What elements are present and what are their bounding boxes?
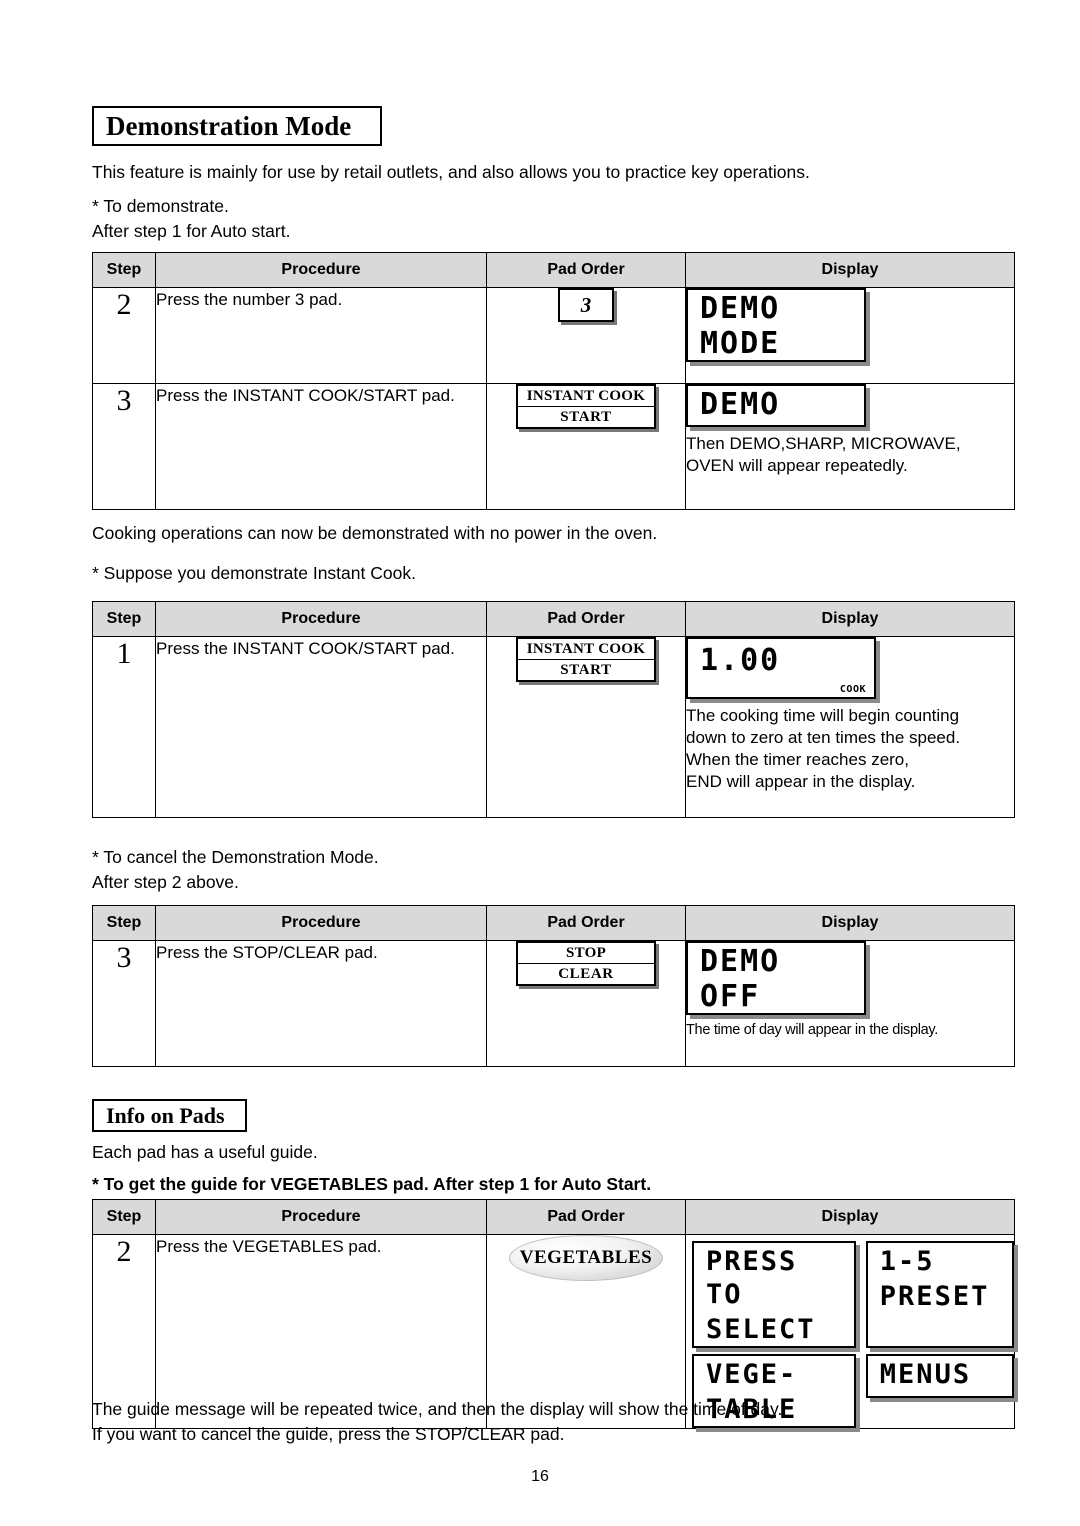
lcd-line-1: DEMO xyxy=(700,291,781,326)
display-note: The cooking time will begin counting dow… xyxy=(686,706,961,791)
lcd-display: DEMO MODE xyxy=(686,288,866,362)
step-number: 1 xyxy=(92,636,156,818)
stop-clear-pad[interactable]: STOP CLEAR xyxy=(516,941,656,986)
header-display: Display xyxy=(685,601,1015,637)
display-cell: DEMO Then DEMO,SHARP, MICROWAVE, OVEN wi… xyxy=(685,383,1015,510)
lcd-line-1: MENUS xyxy=(879,1359,972,1390)
manual-page: Demonstration Mode This feature is mainl… xyxy=(0,0,1080,1526)
section-title-info-on-pads: Info on Pads xyxy=(92,1099,247,1132)
table-header-row: Step Procedure Pad Order Display xyxy=(92,1199,1015,1235)
lcd-display-right: 1-5 PRESET xyxy=(865,1241,1014,1348)
header-procedure: Procedure xyxy=(155,601,487,637)
lcd-display-left: PRESS TO SELECT xyxy=(692,1241,856,1348)
number-3-pad[interactable]: 3 xyxy=(558,288,614,322)
header-procedure: Procedure xyxy=(155,1199,487,1235)
lcd-line-1: VEGE- xyxy=(706,1359,798,1390)
lcd-line-1: 1.00 xyxy=(700,643,781,678)
header-procedure: Procedure xyxy=(155,252,487,288)
header-display: Display xyxy=(685,1199,1015,1235)
display-cell: DEMO OFF The time of day will appear in … xyxy=(685,940,1015,1067)
procedure-text: Press the number 3 pad. xyxy=(155,287,487,384)
table-row: 2 Press the number 3 pad. 3 DEMO MODE xyxy=(92,287,1015,384)
lcd-line-2: SELECT xyxy=(706,1314,816,1345)
step-number: 3 xyxy=(92,940,156,1067)
table-row: 1 Press the INSTANT COOK/START pad. INST… xyxy=(92,636,1015,818)
step-number: 2 xyxy=(92,287,156,384)
lcd-cook-indicator: COOK xyxy=(839,684,866,695)
pad-order-cell: INSTANT COOK START xyxy=(486,383,686,510)
table-demo-enter: Step Procedure Pad Order Display 2 Press… xyxy=(92,252,1015,510)
demo-intro-text: This feature is mainly for use by retail… xyxy=(92,162,810,182)
pad-label-line1: INSTANT COOK xyxy=(518,386,654,407)
pad-order-cell: 3 xyxy=(486,287,686,384)
table-cancel-demo: Step Procedure Pad Order Display 3 Press… xyxy=(92,905,1015,1067)
step-number: 3 xyxy=(92,383,156,510)
lcd-line-1: 1-5 xyxy=(879,1246,935,1277)
lcd-display: 1.00 COOK xyxy=(686,637,876,699)
procedure-text: Press the STOP/CLEAR pad. xyxy=(155,940,487,1067)
header-pad-order: Pad Order xyxy=(486,905,686,941)
pad-order-cell: STOP CLEAR xyxy=(486,940,686,1067)
lcd-line-2: OFF xyxy=(700,979,761,1014)
page-number: 16 xyxy=(531,1468,549,1485)
header-step: Step xyxy=(92,1199,156,1235)
header-pad-order: Pad Order xyxy=(486,252,686,288)
demo-subhead-2: * Suppose you demonstrate Instant Cook. xyxy=(92,563,416,583)
table-header-row: Step Procedure Pad Order Display xyxy=(92,252,1015,288)
lcd-line-1: DEMO xyxy=(700,387,781,422)
display-note: Then DEMO,SHARP, MICROWAVE, OVEN will ap… xyxy=(686,434,961,475)
procedure-text: Press the INSTANT COOK/START pad. xyxy=(155,383,487,510)
vegetables-pad[interactable]: VEGETABLES xyxy=(509,1235,663,1281)
info-intro-text: Each pad has a useful guide. xyxy=(92,1142,318,1162)
instant-cook-start-pad[interactable]: INSTANT COOK START xyxy=(516,384,656,429)
lcd-line-1: DEMO xyxy=(700,944,781,979)
procedure-text: Press the INSTANT COOK/START pad. xyxy=(155,636,487,818)
table-row: 3 Press the INSTANT COOK/START pad. INST… xyxy=(92,383,1015,510)
demo-after-table-text: Cooking operations can now be demonstrat… xyxy=(92,523,658,543)
pad-label-line1: STOP xyxy=(518,943,654,964)
pad-order-cell: INSTANT COOK START xyxy=(486,636,686,818)
pad-label-line1: INSTANT COOK xyxy=(518,639,654,660)
header-step: Step xyxy=(92,905,156,941)
lcd-display: DEMO xyxy=(686,384,866,427)
lcd-line-2: MODE xyxy=(700,326,781,361)
table-vegetables: Step Procedure Pad Order Display 2 Press… xyxy=(92,1199,1015,1429)
demo-subhead-3: * To cancel the Demonstration Mode. Afte… xyxy=(92,847,379,892)
page-title: Demonstration Mode xyxy=(92,106,382,146)
display-cell: DEMO MODE xyxy=(685,287,1015,384)
table-row: 3 Press the STOP/CLEAR pad. STOP CLEAR D… xyxy=(92,940,1015,1067)
lcd-row-1: PRESS TO SELECT 1-5 PRESET xyxy=(692,1241,1014,1348)
header-pad-order: Pad Order xyxy=(486,601,686,637)
display-cell: 1.00 COOK The cooking time will begin co… xyxy=(685,636,1015,818)
lcd-display-right-2: MENUS xyxy=(865,1354,1014,1398)
table-header-row: Step Procedure Pad Order Display xyxy=(92,905,1015,941)
lcd-line-1: PRESS TO xyxy=(706,1246,798,1310)
header-pad-order: Pad Order xyxy=(486,1199,686,1235)
table-header-row: Step Procedure Pad Order Display xyxy=(92,601,1015,637)
display-note: The time of day will appear in the displ… xyxy=(686,1022,938,1038)
info-closing-text: The guide message will be repeated twice… xyxy=(92,1399,783,1444)
lcd-display: DEMO OFF xyxy=(686,941,866,1015)
header-display: Display xyxy=(685,252,1015,288)
pad-label-line2: START xyxy=(560,409,612,425)
demo-subhead-1: * To demonstrate. After step 1 for Auto … xyxy=(92,196,291,241)
lcd-line-2: PRESET xyxy=(879,1281,990,1312)
pad-label-line2: START xyxy=(560,662,612,678)
header-step: Step xyxy=(92,252,156,288)
table-instant-cook: Step Procedure Pad Order Display 1 Press… xyxy=(92,601,1015,818)
header-procedure: Procedure xyxy=(155,905,487,941)
info-subhead: * To get the guide for VEGETABLES pad. A… xyxy=(92,1174,652,1194)
header-display: Display xyxy=(685,905,1015,941)
pad-label-line2: CLEAR xyxy=(558,966,614,982)
instant-cook-start-pad[interactable]: INSTANT COOK START xyxy=(516,637,656,682)
header-step: Step xyxy=(92,601,156,637)
